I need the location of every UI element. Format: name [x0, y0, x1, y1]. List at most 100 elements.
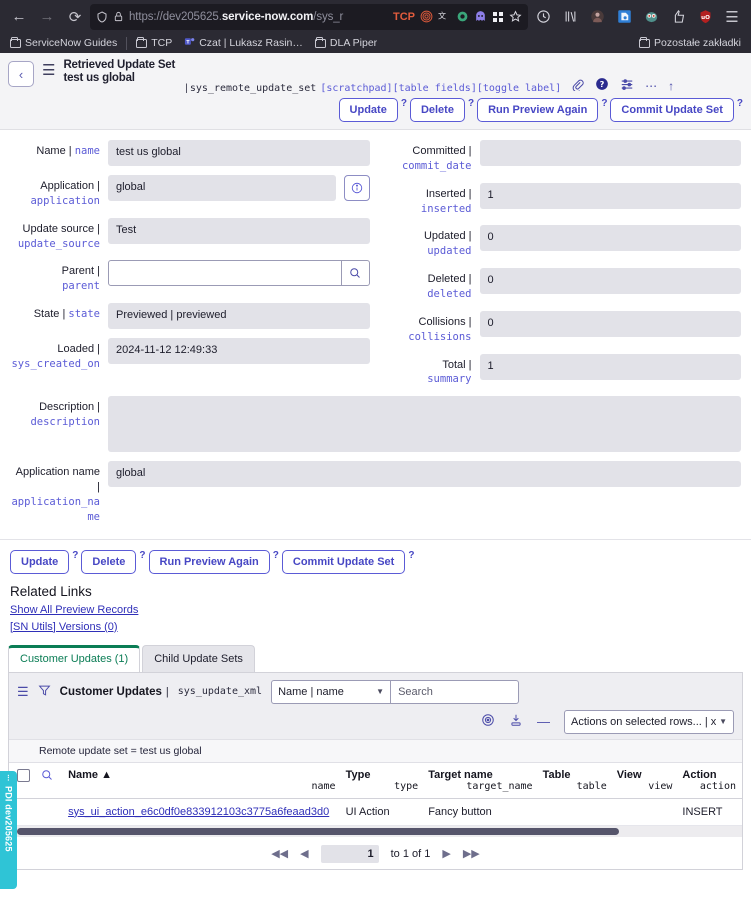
- field-value-loaded[interactable]: 2024-11-12 12:49:33: [108, 338, 370, 364]
- field-value-state[interactable]: Previewed | previewed: [108, 303, 370, 329]
- column-header-action[interactable]: Action action: [678, 763, 742, 799]
- field-value-deleted[interactable]: 0: [480, 268, 742, 294]
- tcp-extension-label[interactable]: TCP: [393, 11, 415, 23]
- tab-child-update-sets[interactable]: Child Update Sets: [142, 645, 255, 672]
- footer-update-button[interactable]: Update: [10, 550, 69, 574]
- search-field-select[interactable]: Name | name ▼: [271, 680, 391, 704]
- tab-customer-updates[interactable]: Customer Updates (1): [8, 645, 140, 672]
- column-header-table[interactable]: Table table: [539, 763, 613, 799]
- history-clock-icon[interactable]: [530, 4, 556, 30]
- bookmark-czat-teams[interactable]: T Czat | Lukasz Rasin…: [178, 35, 309, 51]
- bookmark-other-bookmarks[interactable]: Pozostałe zakładki: [633, 36, 747, 50]
- scratchpad-link[interactable]: [scratchpad]: [320, 83, 392, 94]
- field-value-name[interactable]: test us global: [108, 140, 370, 166]
- pdi-drag-handle-icon[interactable]: ⋮: [5, 775, 12, 782]
- more-options-icon[interactable]: ⋯: [645, 79, 657, 93]
- toggle-label-link[interactable]: [toggle label]: [477, 83, 561, 94]
- actions-on-selected-rows-select[interactable]: Actions on selected rows... | x ▼: [564, 710, 734, 734]
- footer-delete-help-marker[interactable]: ?: [139, 550, 145, 561]
- page-number-input[interactable]: 1: [321, 845, 379, 863]
- column-search-header[interactable]: [37, 763, 65, 799]
- update-button[interactable]: Update: [339, 98, 398, 122]
- owl-extension-icon[interactable]: [638, 4, 664, 30]
- filter-icon[interactable]: [38, 684, 51, 700]
- address-bar[interactable]: https://dev205625.service-now.com/sys_r …: [90, 4, 528, 30]
- back-arrow-icon[interactable]: ←: [6, 4, 32, 30]
- delete-help-marker[interactable]: ?: [468, 98, 474, 109]
- lookup-search-icon[interactable]: [341, 261, 369, 285]
- bookmark-star-icon[interactable]: [509, 10, 522, 23]
- save-page-extension-icon[interactable]: [611, 4, 637, 30]
- prev-page-icon[interactable]: ◀: [300, 847, 308, 860]
- avatar-icon[interactable]: [584, 4, 610, 30]
- field-value-application[interactable]: global: [108, 175, 336, 201]
- attachment-icon[interactable]: [571, 78, 584, 94]
- back-button[interactable]: ‹: [8, 61, 34, 87]
- field-value-committed[interactable]: [480, 140, 742, 166]
- extension-gear-icon[interactable]: [456, 10, 469, 23]
- record-link[interactable]: sys_ui_action_e6c0df0e833912103c3775a6fe…: [68, 806, 329, 818]
- info-icon[interactable]: [344, 175, 370, 201]
- field-value-application-name[interactable]: global: [108, 461, 741, 487]
- form-context-menu-icon[interactable]: ☰: [42, 63, 55, 78]
- cell-name[interactable]: sys_ui_action_e6c0df0e833912103c3775a6fe…: [64, 798, 342, 825]
- forward-arrow-icon[interactable]: →: [34, 4, 60, 30]
- personalize-form-icon[interactable]: [620, 77, 634, 94]
- pdi-side-tab[interactable]: ⋮ PDI dev205625: [0, 771, 17, 889]
- bookmark-tcp[interactable]: TCP: [130, 36, 178, 50]
- translate-icon[interactable]: 文: [438, 10, 451, 23]
- run-preview-again-button[interactable]: Run Preview Again: [477, 98, 598, 122]
- personalize-list-icon[interactable]: [481, 713, 495, 730]
- search-input[interactable]: Search: [391, 680, 519, 704]
- ghost-extension-icon[interactable]: [474, 10, 487, 23]
- show-all-preview-records-link[interactable]: Show All Preview Records: [10, 604, 138, 616]
- parent-input[interactable]: [109, 261, 341, 285]
- column-header-type[interactable]: Type type: [342, 763, 425, 799]
- commit-update-set-button[interactable]: Commit Update Set: [610, 98, 733, 122]
- horizontal-scrollbar[interactable]: [9, 826, 742, 837]
- horizontal-scrollbar-thumb[interactable]: [17, 828, 619, 835]
- list-menu-icon[interactable]: ☰: [17, 684, 29, 700]
- run-preview-help-marker[interactable]: ?: [601, 98, 607, 109]
- commit-help-marker[interactable]: ?: [737, 98, 743, 109]
- library-icon[interactable]: [557, 4, 583, 30]
- field-value-collisions[interactable]: 0: [480, 311, 742, 337]
- bookmark-servicenow-guides[interactable]: ServiceNow Guides: [4, 36, 123, 50]
- footer-run-preview-help-marker[interactable]: ?: [273, 550, 279, 561]
- select-all-checkbox[interactable]: [17, 769, 30, 782]
- ublock-shield-icon[interactable]: uO: [692, 4, 718, 30]
- field-value-parent[interactable]: [108, 260, 370, 286]
- up-arrow-icon[interactable]: ↑: [668, 79, 674, 93]
- field-value-total[interactable]: 1: [480, 354, 742, 380]
- row-actions-cell[interactable]: [37, 798, 65, 825]
- update-help-marker[interactable]: ?: [401, 98, 407, 109]
- bookmark-dla-piper[interactable]: DLA Piper: [309, 36, 383, 50]
- table-row[interactable]: sys_ui_action_e6c0df0e833912103c3775a6fe…: [9, 798, 742, 825]
- export-icon[interactable]: [509, 713, 523, 730]
- qr-grid-icon[interactable]: [492, 11, 504, 23]
- table-fields-link[interactable]: [table fields]: [393, 83, 477, 94]
- column-header-target-name[interactable]: Target name target_name: [424, 763, 538, 799]
- field-value-updated[interactable]: 0: [480, 225, 742, 251]
- first-page-icon[interactable]: ◀◀: [271, 847, 288, 860]
- delete-button[interactable]: Delete: [410, 98, 465, 122]
- collapse-icon[interactable]: —: [537, 714, 550, 729]
- sn-utils-versions-link[interactable]: [SN Utils] Versions (0): [10, 621, 118, 633]
- last-page-icon[interactable]: ▶▶: [463, 847, 480, 860]
- footer-update-help-marker[interactable]: ?: [72, 550, 78, 561]
- thumbs-up-icon[interactable]: [665, 4, 691, 30]
- column-header-name[interactable]: Name ▲ name: [64, 763, 342, 799]
- footer-run-preview-again-button[interactable]: Run Preview Again: [149, 550, 270, 574]
- list-filter-breadcrumb[interactable]: Remote update set = test us global: [9, 739, 742, 763]
- footer-delete-button[interactable]: Delete: [81, 550, 136, 574]
- reload-arrow-icon[interactable]: ⟳: [62, 4, 88, 30]
- next-page-icon[interactable]: ▶: [442, 847, 450, 860]
- menu-hamburger-icon[interactable]: ☰: [719, 4, 745, 30]
- footer-commit-help-marker[interactable]: ?: [408, 550, 414, 561]
- field-value-inserted[interactable]: 1: [480, 183, 742, 209]
- field-value-update-source[interactable]: Test: [108, 218, 370, 244]
- footer-commit-update-set-button[interactable]: Commit Update Set: [282, 550, 405, 574]
- field-value-description[interactable]: [108, 396, 741, 452]
- column-header-view[interactable]: View view: [613, 763, 679, 799]
- help-icon[interactable]: ?: [595, 77, 609, 94]
